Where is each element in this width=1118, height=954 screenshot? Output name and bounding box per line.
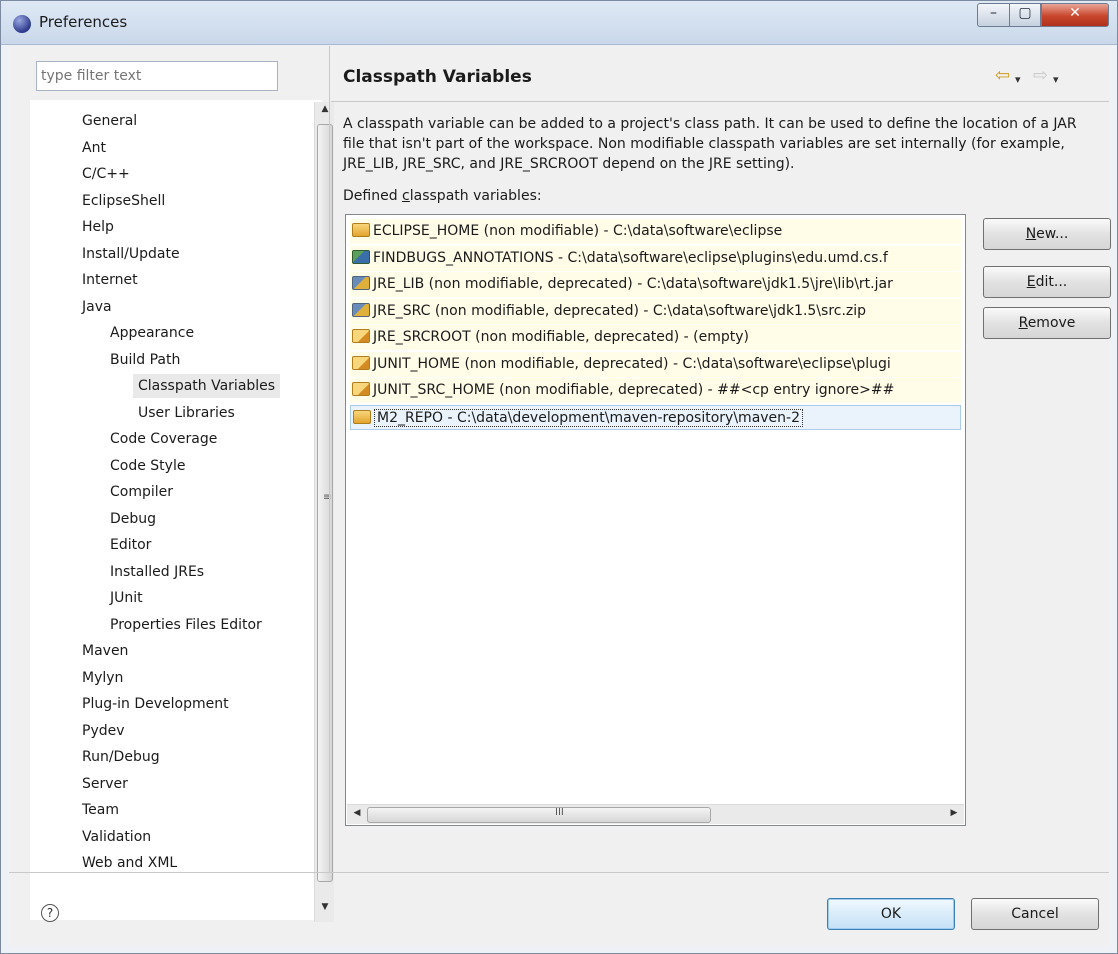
- minimize-button[interactable]: –: [977, 3, 1009, 27]
- forward-dropdown-icon[interactable]: ▾: [1053, 71, 1059, 89]
- horizontal-grip: III: [555, 807, 564, 818]
- variable-text: JRE_LIB (non modifiable, deprecated) - C…: [373, 276, 893, 292]
- remove-button-label: emove: [1027, 315, 1076, 331]
- folder-icon: [352, 223, 370, 237]
- page-title: Classpath Variables: [343, 67, 532, 87]
- variable-text: FINDBUGS_ANNOTATIONS - C:\data\software\…: [373, 249, 888, 266]
- close-icon: ✕: [1069, 5, 1081, 21]
- tree-item-installed-jres[interactable]: Installed JREs: [110, 560, 204, 584]
- back-arrow-icon[interactable]: ⇦: [995, 67, 1010, 85]
- tree-item-editor[interactable]: Editor: [110, 533, 151, 557]
- tree-item-general[interactable]: General: [82, 109, 137, 133]
- preferences-navigation: General AntC/C++ EclipseShellHelp Install/U…: [24, 55, 336, 922]
- variable-row[interactable]: JUNIT_HOME (non modifiable, deprecated) …: [350, 351, 961, 377]
- tree-item-classpath-variables[interactable]: Classpath Variables: [133, 374, 281, 398]
- edit-variable-button[interactable]: Edit...: [983, 266, 1111, 298]
- new-button-mnemonic: N: [1025, 226, 1037, 242]
- forward-arrow-icon[interactable]: ⇨: [1033, 67, 1048, 85]
- window-title: Preferences: [39, 13, 128, 31]
- variable-row[interactable]: M2_REPO - C:\data\development\maven-repo…: [350, 404, 961, 430]
- tree-item-java[interactable]: Java: [82, 295, 112, 319]
- tree-item-code-style[interactable]: Code Style: [110, 454, 185, 478]
- minimize-icon: –: [990, 5, 997, 21]
- tree-item-pydev[interactable]: Pydev: [82, 719, 125, 743]
- tree-item-mylyn[interactable]: Mylyn: [82, 666, 123, 690]
- close-button[interactable]: ✕: [1041, 3, 1109, 27]
- tree-item-install-update[interactable]: Install/Update: [82, 242, 180, 266]
- filter-input[interactable]: [36, 61, 278, 91]
- tree-item-debug[interactable]: Debug: [110, 507, 156, 531]
- defined-label-suffix: lasspath variables:: [409, 188, 542, 204]
- variable-row[interactable]: JRE_LIB (non modifiable, deprecated) - C…: [350, 272, 961, 297]
- deprecated-folder-icon: [352, 355, 370, 370]
- scroll-down-arrow-icon[interactable]: ▼: [315, 902, 335, 920]
- variable-text: M2_REPO - C:\data\development\maven-repo…: [374, 408, 804, 427]
- tree-item-build-path[interactable]: Build Path: [110, 348, 180, 372]
- variable-row[interactable]: ECLIPSE_HOME (non modifiable) - C:\data\…: [350, 219, 961, 244]
- tree-item-ant[interactable]: Ant: [82, 136, 106, 160]
- pane-divider[interactable]: [329, 46, 330, 872]
- eclipse-logo-icon: [13, 15, 31, 33]
- jar-icon: [352, 249, 370, 264]
- tree-item-eclipseshell[interactable]: EclipseShell: [82, 189, 165, 213]
- maximize-icon: ▢: [1018, 5, 1032, 21]
- defined-label-prefix: Defined: [343, 188, 403, 204]
- variable-text: JUNIT_SRC_HOME (non modifiable, deprecat…: [373, 382, 895, 398]
- variable-row[interactable]: JUNIT_SRC_HOME (non modifiable, deprecat…: [350, 378, 961, 403]
- tree-item-validation[interactable]: Validation: [82, 825, 151, 849]
- tree-item-c-c-[interactable]: C/C++: [82, 162, 130, 186]
- preferences-tree: General Ant C/C++ EclipseShell Help Install/U…: [30, 100, 322, 920]
- ok-button[interactable]: OK: [827, 898, 955, 930]
- variable-text: JUNIT_HOME (non modifiable, deprecated) …: [373, 355, 891, 372]
- new-button-label: ew...: [1036, 226, 1069, 242]
- folder-icon: [353, 409, 371, 424]
- defined-variables-label: Defined classpath variables:: [343, 188, 542, 204]
- tree-item-server[interactable]: Server: [82, 772, 128, 796]
- horizontal-scroll-thumb[interactable]: III: [367, 807, 711, 823]
- dialog-client-area: General AntC/C++ EclipseShellHelp Install/U…: [9, 46, 1111, 946]
- tree-item-team[interactable]: Team: [82, 798, 119, 822]
- cancel-button[interactable]: Cancel: [971, 898, 1099, 930]
- tree-item-help[interactable]: Help: [82, 215, 114, 239]
- variable-row[interactable]: JRE_SRCROOT (non modifiable, deprecated)…: [350, 325, 961, 350]
- classpath-variables-list[interactable]: M2_REPO - C:\data\development\maven-repo…: [345, 214, 966, 826]
- tree-item-properties-files-editor[interactable]: Properties Files Editor: [110, 613, 262, 637]
- variable-row[interactable]: JRE_SRC (non modifiable, deprecated) - C…: [350, 298, 961, 324]
- tree-item-internet[interactable]: Internet: [82, 268, 138, 292]
- title-bar: Preferences – ▢ ✕: [1, 1, 1117, 45]
- variable-row[interactable]: FINDBUGS_ANNOTATIONS - C:\data\software\…: [350, 245, 961, 271]
- scroll-right-arrow-icon[interactable]: ▶: [946, 808, 962, 818]
- tree-item-appearance[interactable]: Appearance: [110, 321, 194, 345]
- help-icon[interactable]: ?: [41, 904, 59, 922]
- deprecated-folder-icon: [352, 382, 370, 396]
- tree-item-junit[interactable]: JUnit: [110, 586, 143, 610]
- deprecated-jar-icon: [352, 276, 370, 290]
- scroll-left-arrow-icon[interactable]: ◀: [349, 808, 365, 818]
- tree-item-maven[interactable]: Maven: [82, 639, 128, 663]
- variable-text: JRE_SRC (non modifiable, deprecated) - C…: [373, 302, 867, 319]
- footer-divider: [9, 872, 1109, 873]
- tree-item-user-libraries[interactable]: User Libraries: [138, 401, 235, 425]
- deprecated-folder-icon: [352, 329, 370, 343]
- page-description: A classpath variable can be added to a p…: [343, 116, 1077, 172]
- new-variable-button[interactable]: New...: [983, 218, 1111, 250]
- remove-variable-button[interactable]: Remove: [983, 307, 1111, 339]
- remove-button-mnemonic: R: [1018, 315, 1028, 331]
- edit-button-mnemonic: E: [1026, 274, 1036, 290]
- title-divider: [331, 101, 1109, 102]
- back-dropdown-icon[interactable]: ▾: [1015, 71, 1021, 89]
- tree-item-code-coverage[interactable]: Code Coverage: [110, 427, 217, 451]
- maximize-button[interactable]: ▢: [1009, 3, 1041, 27]
- list-horizontal-scrollbar[interactable]: ◀ III ▶: [347, 804, 964, 824]
- preferences-window: Preferences – ▢ ✕ General AntC/C++ Eclipse…: [0, 0, 1118, 954]
- tree-item-run-debug[interactable]: Run/Debug: [82, 745, 160, 769]
- deprecated-jar-icon: [352, 302, 370, 317]
- variable-text: JRE_SRCROOT (non modifiable, deprecated)…: [373, 329, 750, 345]
- variable-text: ECLIPSE_HOME (non modifiable) - C:\data\…: [373, 223, 783, 239]
- tree-item-compiler[interactable]: Compiler: [110, 480, 173, 504]
- classpath-variables-page: Classpath Variables ⇦ ▾ ⇨ ▾ A classpath …: [331, 46, 1111, 872]
- edit-button-label: dit...: [1035, 274, 1068, 290]
- defined-label-mnemonic: c: [402, 188, 410, 204]
- tree-item-plug-in-development[interactable]: Plug-in Development: [82, 692, 229, 716]
